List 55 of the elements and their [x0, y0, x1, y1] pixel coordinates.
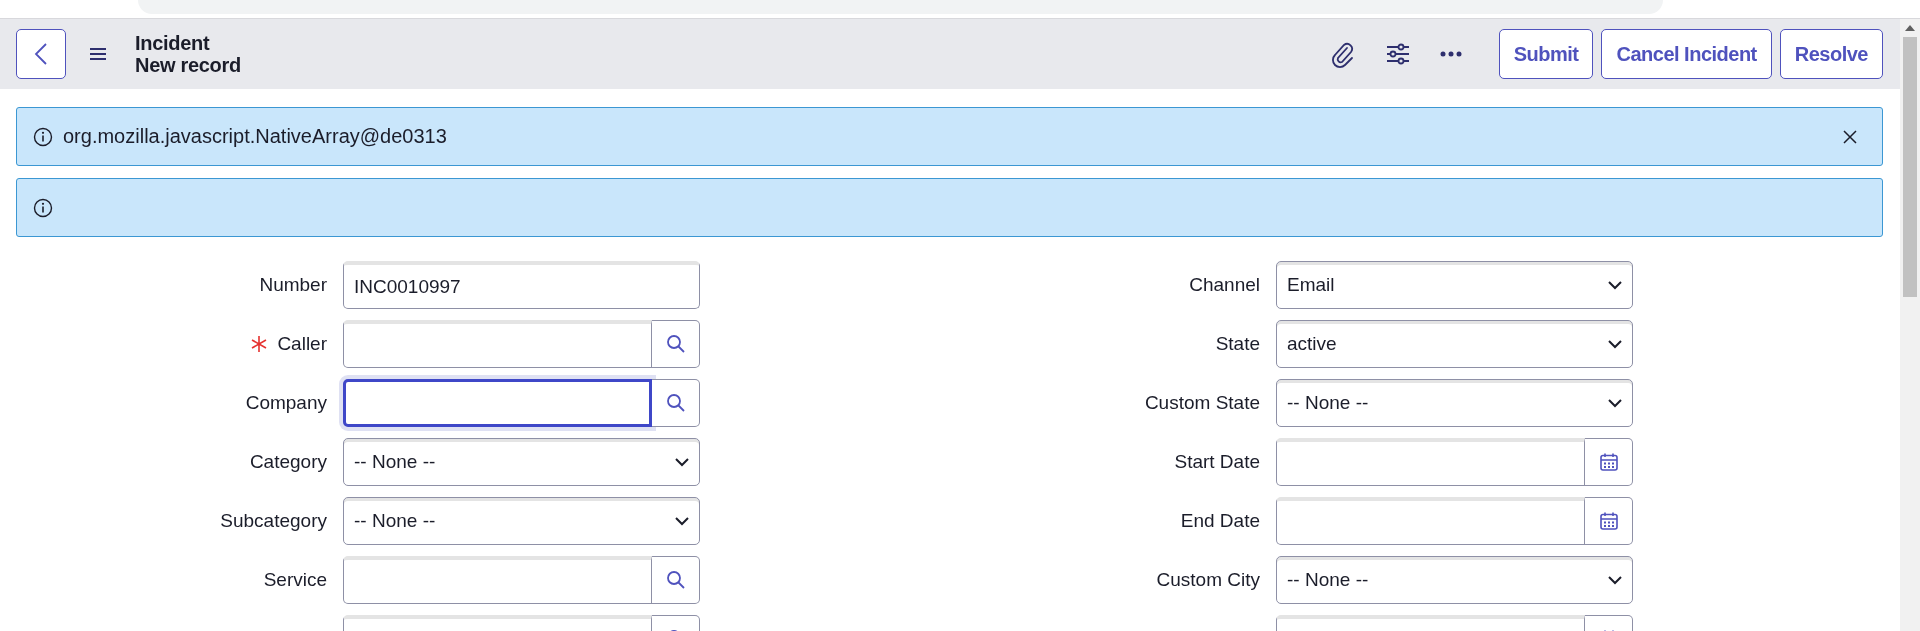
scroll-up-icon[interactable]: [1905, 25, 1915, 31]
field-label: Subcategory: [220, 510, 327, 532]
menu-icon[interactable]: [88, 46, 108, 62]
calendar-button[interactable]: [1585, 438, 1633, 486]
chevron-down-icon: [1608, 339, 1622, 349]
info-icon: [33, 197, 53, 218]
required-icon: [250, 335, 269, 353]
field-label: Category: [249, 451, 327, 473]
date-field[interactable]: [1276, 438, 1585, 486]
scrollbar-thumb[interactable]: [1903, 37, 1917, 297]
date-field[interactable]: [1276, 497, 1585, 545]
select-field[interactable]: -- None --: [343, 497, 700, 545]
chevron-down-icon: [675, 457, 689, 467]
field-label: Custom State: [1144, 392, 1260, 414]
field-label: Caller: [277, 333, 327, 355]
select-field[interactable]: -- None --: [1276, 379, 1633, 427]
header-button[interactable]: Resolve: [1779, 29, 1883, 79]
field-label: State: [1215, 333, 1260, 355]
search-icon: [665, 393, 686, 413]
search-button[interactable]: [652, 379, 700, 427]
search-button[interactable]: [652, 320, 700, 368]
back-button[interactable]: [16, 29, 66, 79]
search-button[interactable]: [652, 556, 700, 604]
field-label: Custom City: [1156, 569, 1260, 591]
chevron-left-icon: [34, 42, 48, 66]
select-field[interactable]: Email: [1276, 261, 1633, 309]
calendar-icon: [1598, 511, 1619, 531]
info-icon: [33, 126, 53, 147]
header-button[interactable]: Cancel Incident: [1601, 29, 1772, 79]
chevron-down-icon: [675, 516, 689, 526]
field-label: Channel: [1189, 274, 1260, 296]
field-label: Company: [245, 392, 327, 414]
field-label: Start Date: [1174, 451, 1260, 473]
calendar-icon: [1598, 452, 1619, 472]
message-text: org.mozilla.javascript.NativeArray@de0313: [63, 125, 447, 148]
chevron-down-icon: [1608, 280, 1622, 290]
chevron-down-icon: [1608, 398, 1622, 408]
sliders-icon[interactable]: [1384, 42, 1411, 66]
select-field[interactable]: -- None --: [343, 438, 700, 486]
calendar-button[interactable]: [1585, 497, 1633, 545]
text-field[interactable]: INC0010997: [343, 261, 700, 309]
record-type-title: Incident: [135, 32, 211, 54]
chevron-down-icon: [1608, 575, 1622, 585]
scrollbar[interactable]: [1900, 19, 1920, 631]
close-icon[interactable]: [1842, 128, 1858, 145]
header-button[interactable]: Submit: [1498, 29, 1594, 79]
search-icon: [665, 334, 686, 354]
record-subtitle: New record: [135, 54, 241, 76]
field-label: Number: [259, 274, 327, 296]
field-label: End Date: [1180, 510, 1260, 532]
select-field[interactable]: -- None --: [1276, 556, 1633, 604]
field-label: Service: [263, 569, 327, 591]
select-field[interactable]: active: [1276, 320, 1633, 368]
more-icon[interactable]: [1439, 51, 1462, 57]
search-icon: [665, 570, 686, 590]
